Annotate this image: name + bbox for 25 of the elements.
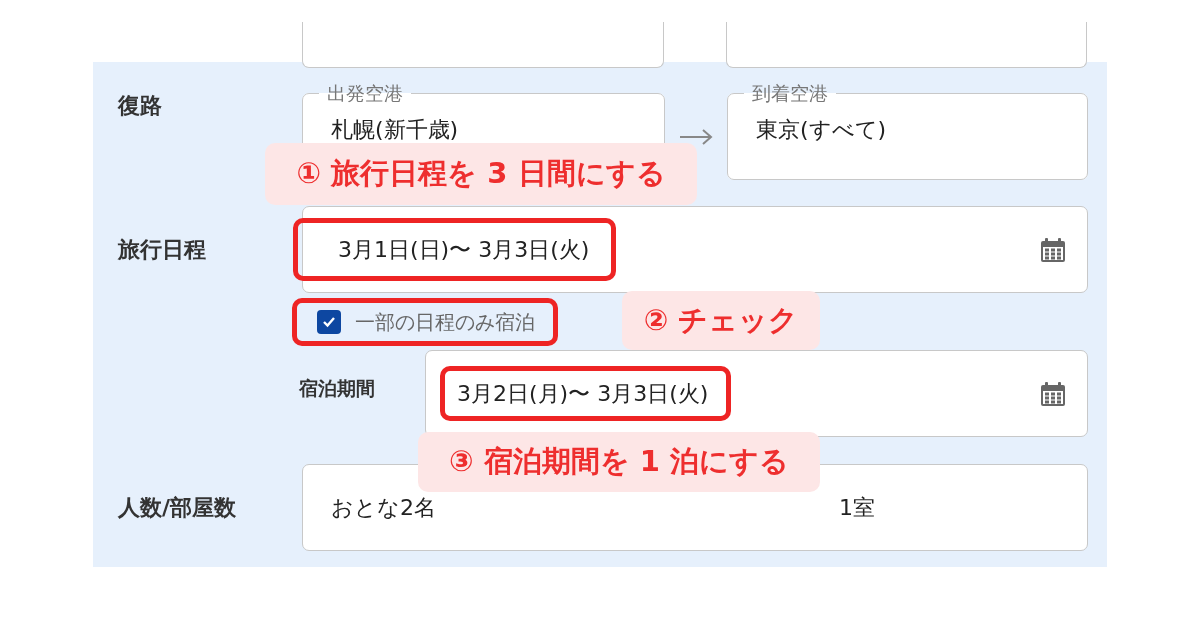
field-value: 札幌(新千歳) bbox=[331, 116, 459, 144]
callout-tooltip: ② チェック bbox=[622, 291, 820, 350]
arrow-icon bbox=[679, 128, 713, 145]
field-value: 1室 bbox=[839, 494, 875, 522]
row-label: 旅行日程 bbox=[116, 236, 207, 264]
checkbox-label: 一部の日程のみ宿泊 bbox=[355, 308, 535, 336]
calendar-icon[interactable] bbox=[1039, 379, 1067, 408]
checkbox[interactable] bbox=[317, 309, 341, 334]
row-label: 復路 bbox=[116, 92, 163, 120]
field-value: 東京(すべて) bbox=[756, 116, 887, 144]
input-field[interactable] bbox=[725, 22, 1087, 68]
field-value: 3月2日(月)〜 3月3日(火) bbox=[440, 366, 732, 421]
callout-tooltip: ③ 宿泊期間を 1 泊にする bbox=[418, 432, 820, 492]
field-value: おとな2名 bbox=[331, 494, 437, 522]
date-field[interactable]: 3月2日(月)〜 3月3日(火) bbox=[425, 350, 1088, 437]
calendar-icon[interactable] bbox=[1039, 235, 1067, 264]
field-value: 3月1日(日)〜 3月3日(火) bbox=[293, 218, 617, 281]
check-icon bbox=[322, 315, 336, 328]
callout-tooltip: ① 旅行日程を 3 日間にする bbox=[265, 143, 697, 205]
input-field[interactable] bbox=[302, 22, 664, 68]
row-label: 宿泊期間 bbox=[298, 376, 376, 401]
row-label: 人数/部屋数 bbox=[117, 494, 238, 522]
floating-label: 出発空港 bbox=[326, 81, 404, 105]
floating-label: 到着空港 bbox=[751, 81, 829, 105]
airport-field[interactable]: 到着空港 東京(すべて) bbox=[727, 81, 1088, 180]
